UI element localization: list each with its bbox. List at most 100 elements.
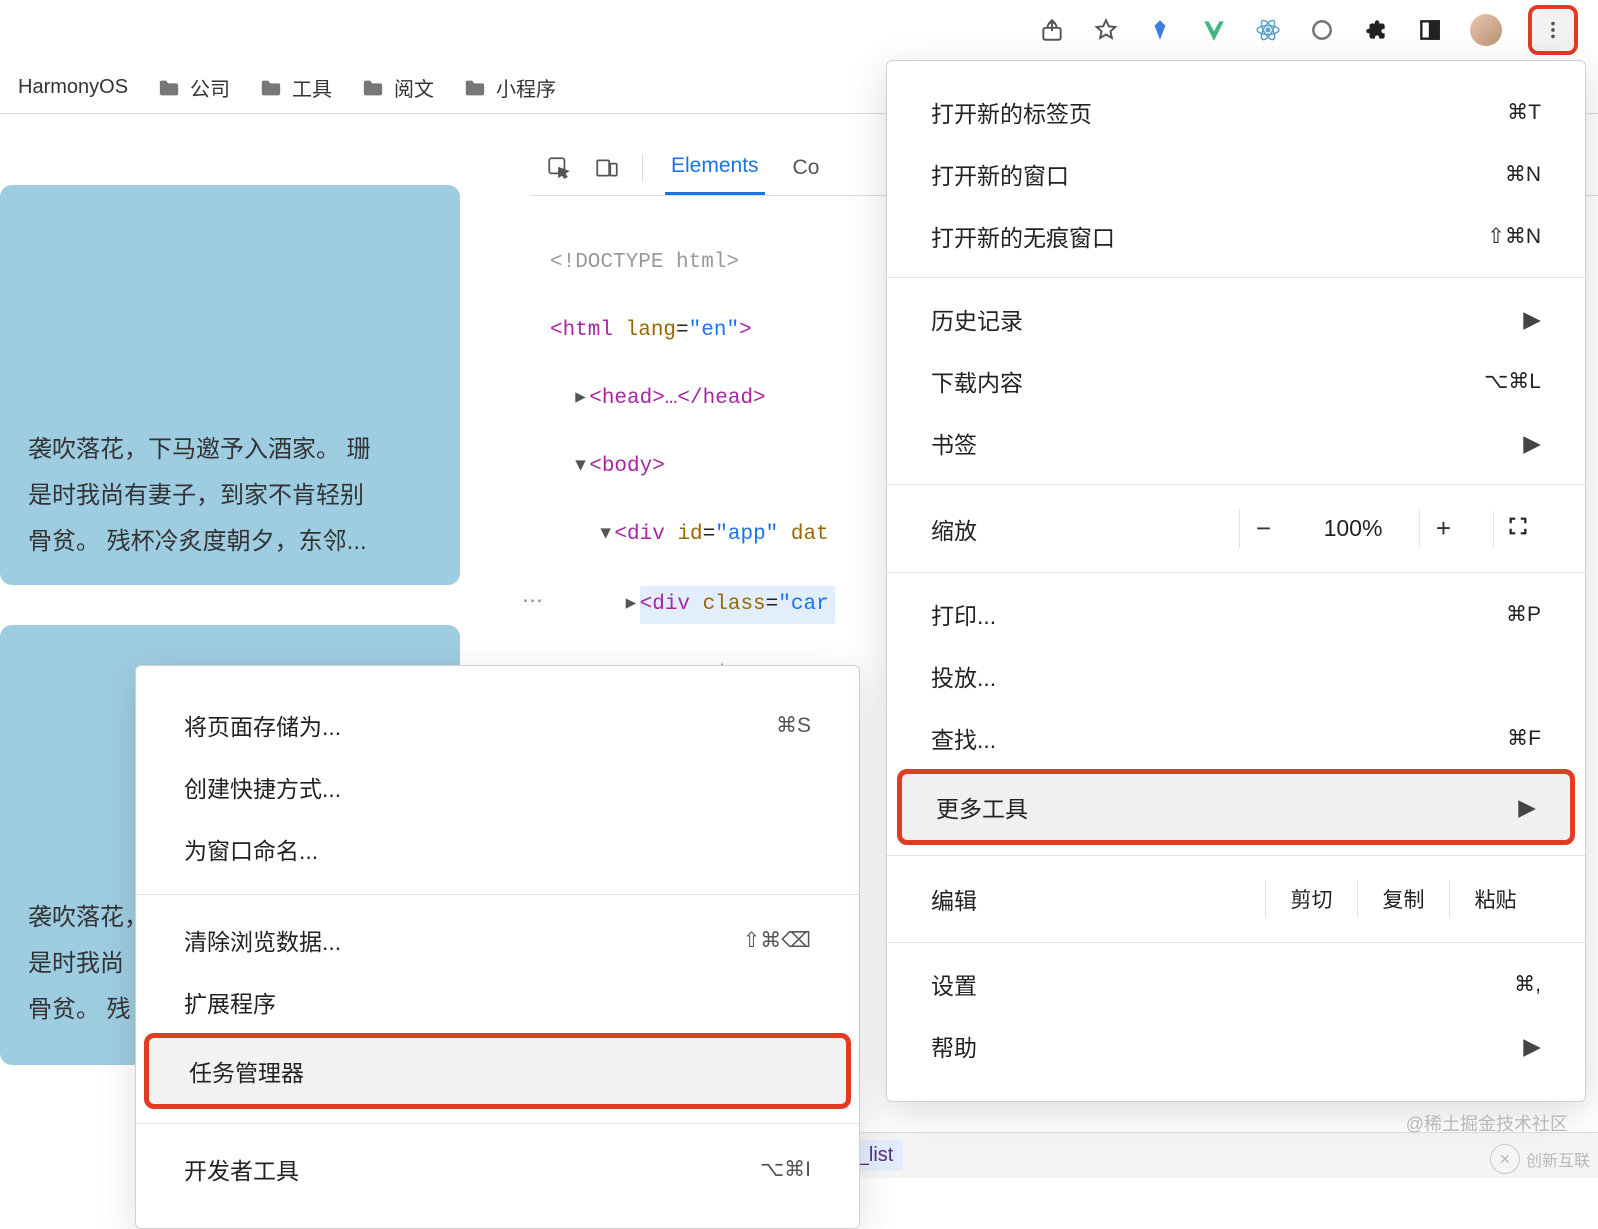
tab-elements[interactable]: Elements xyxy=(665,140,765,195)
src-tag: <body> xyxy=(589,455,665,478)
src-tag: > xyxy=(739,319,752,342)
bookmark-folder[interactable]: 工具 xyxy=(260,73,332,102)
tab-console[interactable]: Co xyxy=(787,142,826,194)
zoom-out-button[interactable]: − xyxy=(1239,509,1287,548)
bookmark-label: 小程序 xyxy=(496,73,556,102)
shortcut: ⇧⌘N xyxy=(1487,224,1541,249)
submenu-extensions[interactable]: 扩展程序 xyxy=(136,971,859,1033)
divider xyxy=(887,572,1585,573)
watermark-logo: ✕创新互联 xyxy=(1490,1144,1590,1174)
menu-label: 下载内容 xyxy=(931,364,1023,398)
src-attr: lang xyxy=(626,319,676,342)
menu-incognito[interactable]: 打开新的无痕窗口 ⇧⌘N xyxy=(887,205,1585,267)
share-icon[interactable] xyxy=(1038,16,1066,44)
folder-icon xyxy=(362,78,384,98)
divider xyxy=(136,894,859,895)
chevron-right-icon: ▶ xyxy=(1523,430,1541,457)
divider xyxy=(887,855,1585,856)
inspect-icon[interactable] xyxy=(546,155,572,181)
menu-label: 缩放 xyxy=(931,512,977,546)
menu-find[interactable]: 查找... ⌘F xyxy=(887,707,1585,769)
window-icon[interactable] xyxy=(1416,16,1444,44)
chevron-right-icon: ▶ xyxy=(1523,1033,1541,1060)
edit-paste[interactable]: 粘贴 xyxy=(1449,880,1541,918)
shortcut: ⌘, xyxy=(1514,972,1541,997)
submenu-dev-tools[interactable]: 开发者工具⌥⌘I xyxy=(136,1138,859,1200)
submenu-create-shortcut[interactable]: 创建快捷方式... xyxy=(136,756,859,818)
puzzle-icon[interactable] xyxy=(1362,16,1390,44)
bookmark-label: 阅文 xyxy=(394,73,434,102)
shortcut: ⌘S xyxy=(776,713,811,738)
menu-label: 历史记录 xyxy=(931,302,1023,336)
shortcut: ⌘F xyxy=(1507,726,1541,751)
menu-label: 设置 xyxy=(931,967,977,1001)
zoom-in-button[interactable]: + xyxy=(1419,509,1467,548)
menu-label: 打开新的无痕窗口 xyxy=(931,219,1115,253)
watermark: @稀土掘金技术社区 xyxy=(1406,1110,1568,1136)
diamond-icon[interactable] xyxy=(1146,16,1174,44)
menu-help[interactable]: 帮助▶ xyxy=(887,1015,1585,1077)
bookmark-label: 工具 xyxy=(292,73,332,102)
zoom-value: 100% xyxy=(1313,515,1393,542)
src-attr: id xyxy=(677,523,702,546)
edit-copy[interactable]: 复制 xyxy=(1357,880,1449,918)
menu-label: 更多工具 xyxy=(936,790,1028,824)
avatar[interactable] xyxy=(1470,14,1502,46)
src-tag: <div xyxy=(614,523,677,546)
more-tools-submenu: 将页面存储为... ⌘S 创建快捷方式... 为窗口命名... 清除浏览数据...… xyxy=(135,665,860,1229)
menu-cast[interactable]: 投放... xyxy=(887,645,1585,707)
bookmark-item[interactable]: HarmonyOS xyxy=(18,76,128,99)
src-tag: <head>…</head> xyxy=(589,387,765,410)
ellipsis-icon[interactable]: ⋯ xyxy=(522,586,543,620)
menu-label: 查找... xyxy=(931,721,996,755)
menu-label: 编辑 xyxy=(931,882,977,916)
menu-history[interactable]: 历史记录▶ xyxy=(887,288,1585,350)
menu-bookmarks[interactable]: 书签 ▶ xyxy=(887,412,1585,474)
menu-settings[interactable]: 设置 ⌘, xyxy=(887,953,1585,1015)
menu-label: 打开新的标签页 xyxy=(931,95,1092,129)
chrome-main-menu: 打开新的标签页⌘T 打开新的窗口⌘N 打开新的无痕窗口⇧⌘N 历史记录▶ 下载内… xyxy=(886,60,1586,1102)
star-icon[interactable] xyxy=(1092,16,1120,44)
menu-new-window[interactable]: 打开新的窗口⌘N xyxy=(887,143,1585,205)
divider xyxy=(136,1123,859,1124)
src-val: "en" xyxy=(689,319,739,342)
src-attr: dat xyxy=(778,523,828,546)
fullscreen-button[interactable] xyxy=(1493,511,1541,547)
edit-cut[interactable]: 剪切 xyxy=(1265,880,1357,918)
menu-label: 任务管理器 xyxy=(189,1054,304,1088)
folder-icon xyxy=(464,78,486,98)
react-icon[interactable] xyxy=(1254,16,1282,44)
shortcut: ⌘T xyxy=(1507,100,1541,125)
src-attr: class xyxy=(703,593,766,616)
src-val: "car xyxy=(778,593,828,616)
bookmark-folder[interactable]: 阅文 xyxy=(362,73,434,102)
submenu-clear-data[interactable]: 清除浏览数据...⇧⌘⌫ xyxy=(136,909,859,971)
browser-action-bar xyxy=(0,0,1598,60)
menu-print[interactable]: 打印...⌘P xyxy=(887,583,1585,645)
menu-label: 将页面存储为... xyxy=(184,708,341,742)
shortcut: ⌥⌘L xyxy=(1484,369,1541,394)
menu-edit: 编辑 剪切 复制 粘贴 xyxy=(887,866,1585,932)
menu-label: 扩展程序 xyxy=(184,985,276,1019)
circle-icon[interactable] xyxy=(1308,16,1336,44)
menu-new-tab[interactable]: 打开新的标签页 ⌘T xyxy=(887,81,1585,143)
src-tag: <html xyxy=(550,319,626,342)
menu-label: 打开新的窗口 xyxy=(931,157,1069,191)
divider xyxy=(887,277,1585,278)
menu-more-tools[interactable]: 更多工具▶ xyxy=(897,769,1575,845)
src-tag: <div xyxy=(640,593,703,616)
watermark-text: 创新互联 xyxy=(1526,1147,1590,1171)
bookmark-label: HarmonyOS xyxy=(18,76,128,99)
menu-label: 书签 xyxy=(931,426,977,460)
divider xyxy=(642,154,643,182)
menu-downloads[interactable]: 下载内容 ⌥⌘L xyxy=(887,350,1585,412)
vue-icon[interactable] xyxy=(1200,16,1228,44)
bookmark-folder[interactable]: 小程序 xyxy=(464,73,556,102)
bookmark-folder[interactable]: 公司 xyxy=(158,73,230,102)
submenu-save-as[interactable]: 将页面存储为... ⌘S xyxy=(136,694,859,756)
device-icon[interactable] xyxy=(594,155,620,181)
submenu-name-window[interactable]: 为窗口命名... xyxy=(136,818,859,880)
divider xyxy=(887,942,1585,943)
kebab-menu-button[interactable] xyxy=(1528,5,1578,55)
submenu-task-manager[interactable]: 任务管理器 xyxy=(144,1033,851,1109)
